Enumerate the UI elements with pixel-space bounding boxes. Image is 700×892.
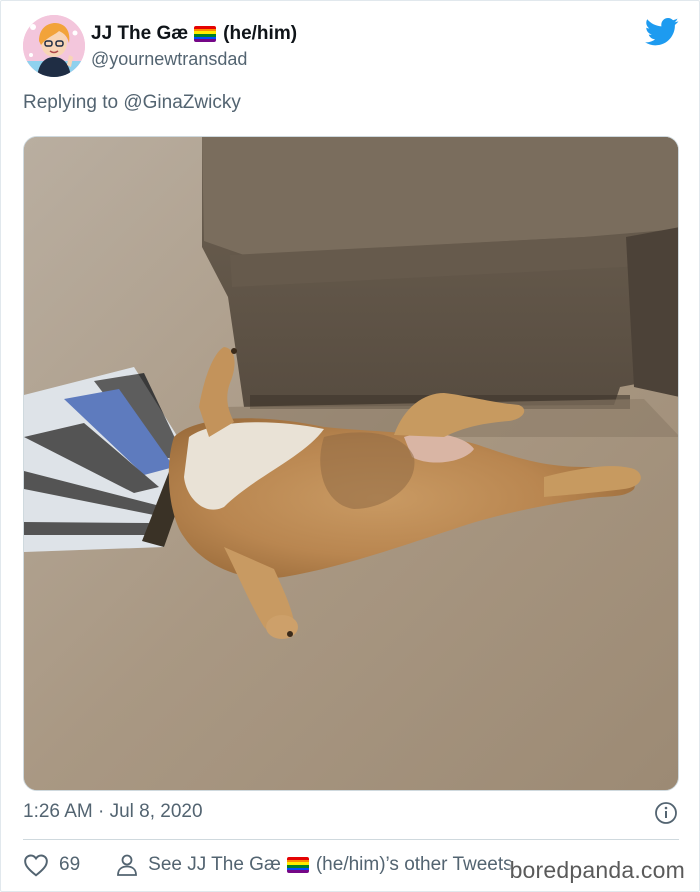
replying-to: Replying to @GinaZwicky [23,92,241,114]
divider [23,839,679,840]
tweet-timestamp[interactable]: 1:26 AM · Jul 8, 2020 [23,801,203,823]
display-name[interactable]: JJ The Gæ (he/him) [91,23,297,45]
twitter-bird-icon[interactable] [645,17,679,47]
replying-prefix: Replying to [23,92,119,113]
tweet-photo[interactable] [23,136,679,791]
avatar[interactable] [23,15,85,77]
display-name-text: JJ The Gæ [91,23,189,44]
dog-photo-image [24,137,678,790]
see-other-tweets-link[interactable]: See JJ The Gæ (he/him)’s other Tweets [148,854,513,876]
like-count[interactable]: 69 [59,854,80,876]
other-tweets-suffix: (he/him)’s other Tweets [315,854,513,875]
other-tweets-prefix: See JJ The Gæ [148,854,281,875]
display-name-pronouns: (he/him) [223,23,298,44]
info-icon[interactable] [654,801,678,825]
tweet-actions: 69 See JJ The Gæ (he/him)’s other Tweets [23,851,513,879]
replying-handle-link[interactable]: @GinaZwicky [123,92,240,113]
user-handle[interactable]: @yournewtransdad [91,49,247,70]
rainbow-flag-icon [194,26,217,42]
heart-icon[interactable] [23,853,49,877]
person-icon[interactable] [116,853,138,877]
rainbow-flag-icon [286,857,309,873]
tweet-card: JJ The Gæ (he/him) @yournewtransdad Repl… [0,0,700,892]
watermark: boredpanda.com [509,857,685,883]
